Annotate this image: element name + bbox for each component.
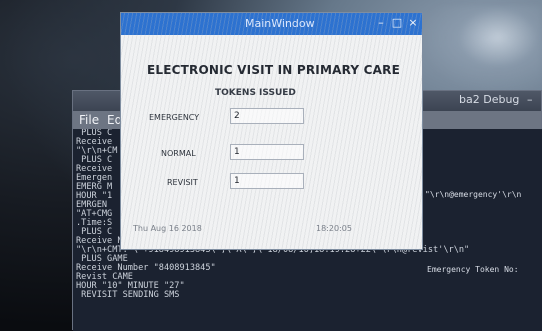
minimize-icon[interactable]: –: [527, 93, 533, 106]
page-title: ELECTRONIC VISIT IN PRIMARY CARE: [147, 63, 400, 77]
status-time: 18:20:05: [316, 224, 352, 233]
terminal-right-note-1: "\r\n@emergency'\r\n: [425, 190, 522, 199]
status-date: Thu Aug 16 2018: [133, 224, 202, 233]
minimize-icon[interactable]: –: [375, 17, 387, 29]
emergency-label: EMERGENCY: [149, 113, 200, 122]
terminal-line: REVISIT SENDING SMS: [76, 290, 180, 300]
menu-file[interactable]: File: [79, 113, 99, 127]
emergency-count-field[interactable]: 2: [230, 108, 304, 124]
main-window: MainWindow – □ × ELECTRONIC VISIT IN PRI…: [120, 12, 423, 250]
tokens-issued-label: TOKENS ISSUED: [215, 88, 296, 98]
main-titlebar: MainWindow – □ ×: [121, 13, 422, 35]
normal-count-field[interactable]: 1: [230, 144, 304, 160]
normal-label: NORMAL: [161, 149, 196, 158]
revisit-label: REVISIT: [167, 178, 198, 187]
maximize-icon[interactable]: □: [391, 17, 403, 29]
debug-window-title: ba2 Debug: [459, 93, 520, 106]
revisit-count-field[interactable]: 1: [230, 173, 304, 189]
main-window-title: MainWindow: [245, 17, 315, 30]
terminal-right-note-2: Emergency Token No:: [427, 265, 519, 274]
close-icon[interactable]: ×: [407, 17, 419, 29]
